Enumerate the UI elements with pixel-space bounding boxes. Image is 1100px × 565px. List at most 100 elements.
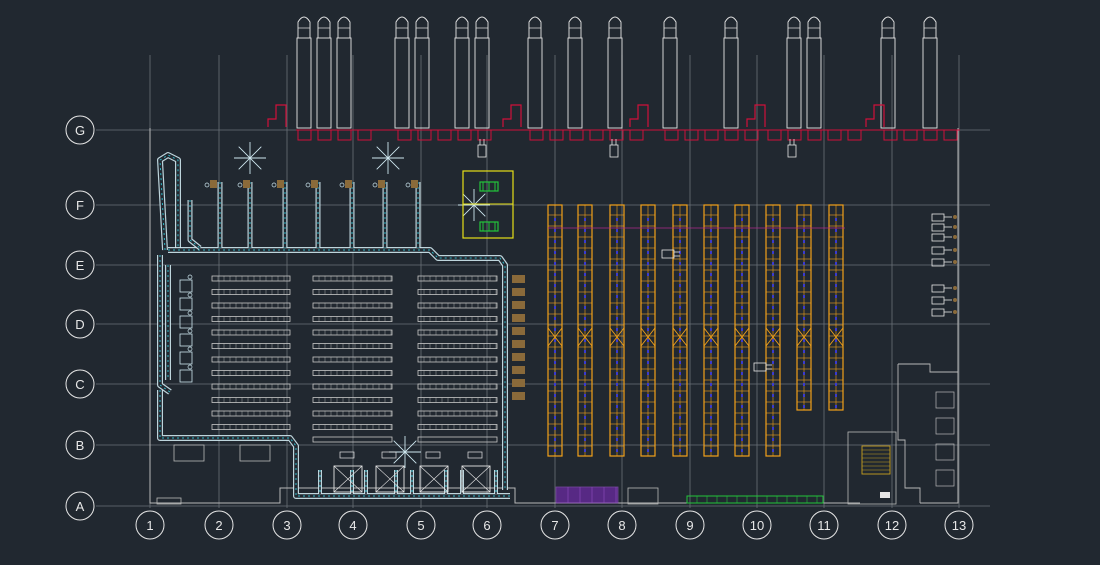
rack-load — [647, 427, 649, 430]
rack-load — [616, 361, 618, 364]
rack-load — [741, 317, 743, 320]
pick-table — [211, 410, 291, 417]
conveyor-system — [157, 142, 510, 499]
rack-load — [772, 295, 774, 298]
rack-load — [772, 273, 774, 276]
truck-icon — [662, 16, 678, 129]
station-marker — [187, 328, 193, 334]
rack-load — [710, 317, 712, 320]
trailer-body — [662, 37, 678, 129]
rack-load — [554, 383, 556, 386]
forklift-icon — [787, 139, 797, 158]
rack-load — [616, 405, 618, 408]
pick-table — [211, 329, 291, 336]
rack-load — [616, 339, 618, 342]
conveyor-belt — [157, 390, 510, 499]
trailer-body — [454, 37, 470, 129]
rack-load — [710, 350, 712, 353]
rack-row — [734, 204, 750, 457]
jack-body — [931, 246, 945, 255]
grid-row-bubble: G — [65, 115, 95, 145]
dock-leveler-icon — [502, 104, 522, 127]
rack-load — [554, 427, 556, 430]
rack-load — [554, 361, 556, 364]
rack-load — [803, 372, 805, 375]
rack-load — [741, 284, 743, 287]
rack-load — [554, 240, 556, 243]
dock-door — [903, 129, 918, 141]
dock-door — [569, 129, 584, 141]
rack-load — [710, 416, 712, 419]
rack-load — [616, 350, 618, 353]
rack-load — [679, 229, 681, 232]
grid-row-bubble: C — [65, 369, 95, 399]
grid-col-bubble: 1 — [135, 510, 165, 540]
pallet-block — [512, 379, 525, 387]
column-block — [239, 444, 271, 462]
rack-load — [554, 218, 556, 221]
office-room — [935, 417, 955, 435]
rack-load — [647, 350, 649, 353]
rack-load — [835, 251, 837, 254]
rack-load — [835, 394, 837, 397]
rack-load — [710, 218, 712, 221]
pallet-jack-icon — [931, 246, 957, 255]
rack-load — [554, 306, 556, 309]
pallet-jack-icon — [931, 308, 957, 317]
rack-load — [772, 240, 774, 243]
packing-top — [339, 451, 355, 459]
pick-table — [211, 424, 291, 430]
rack-load — [772, 328, 774, 331]
rack-load — [741, 273, 743, 276]
grid-col-label: 11 — [817, 518, 831, 533]
grid-col-bubble: 10 — [742, 510, 772, 540]
dock-door — [787, 129, 802, 141]
rack-load — [803, 218, 805, 221]
rack-load — [741, 251, 743, 254]
rack-load — [616, 218, 618, 221]
rack-load — [803, 273, 805, 276]
dock-door — [923, 129, 938, 141]
rack-load — [803, 328, 805, 331]
jack-body — [931, 213, 945, 222]
rack-load — [835, 383, 837, 386]
grid-row-bubble: B — [65, 430, 95, 460]
rack-load — [710, 295, 712, 298]
truck-cab — [455, 16, 469, 38]
rack-load — [710, 229, 712, 232]
induction-station — [179, 369, 193, 383]
rack-load — [679, 284, 681, 287]
rack-load — [616, 449, 618, 452]
rack-load — [679, 262, 681, 265]
grid-row-label: F — [76, 198, 84, 213]
grid-row-labels: G F E D C B A — [65, 115, 95, 521]
induction-station — [179, 297, 193, 311]
dock-door — [437, 129, 452, 141]
rack-load — [679, 218, 681, 221]
rack-load — [647, 273, 649, 276]
truck-cab — [297, 16, 311, 38]
conveyor-segment — [187, 200, 202, 250]
rack-load — [554, 438, 556, 441]
rack-load — [679, 240, 681, 243]
rack-load — [679, 295, 681, 298]
grid-col-label: 5 — [417, 518, 424, 533]
truck-icon — [806, 16, 822, 129]
rack-load — [554, 449, 556, 452]
rack-load — [741, 350, 743, 353]
grid-col-bubble: 12 — [877, 510, 907, 540]
rack-load — [616, 416, 618, 419]
rack-load — [647, 240, 649, 243]
grid-col-bubble: 7 — [540, 510, 570, 540]
rack-load — [772, 317, 774, 320]
rack-load — [679, 427, 681, 430]
jack-body — [753, 362, 767, 372]
grid-column-labels: 1 2 3 4 5 6 7 8 9 10 11 12 13 — [135, 510, 974, 540]
rack-load — [554, 416, 556, 419]
rack-load — [616, 427, 618, 430]
rack-load — [803, 284, 805, 287]
rack-row — [765, 204, 781, 457]
staging-area-green — [686, 495, 824, 504]
rack-row — [703, 204, 719, 457]
rack-load — [554, 262, 556, 265]
